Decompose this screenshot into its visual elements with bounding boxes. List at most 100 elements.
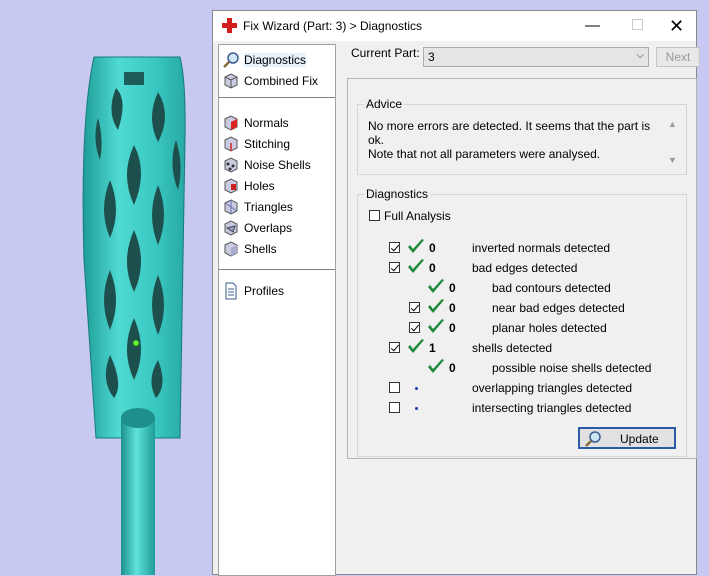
sidebar-item-label: Overlaps xyxy=(244,221,293,235)
row-count: 0 xyxy=(449,301,456,315)
row-label: inverted normals detected xyxy=(472,241,611,255)
minimize-button[interactable]: — xyxy=(570,11,615,41)
sidebar-item-label: Combined Fix xyxy=(244,74,319,88)
row-checkbox[interactable] xyxy=(389,262,400,273)
sidebar-divider xyxy=(219,269,335,270)
row-label: possible noise shells detected xyxy=(492,361,652,375)
part-model[interactable] xyxy=(0,0,213,575)
wizard-sidebar: Diagnostics Combined Fix Normals Stitchi… xyxy=(218,44,336,576)
diagnostic-row: overlapping triangles detected xyxy=(358,379,686,397)
sidebar-item-profiles[interactable]: Profiles xyxy=(222,281,332,301)
advice-group: Advice No more errors are detected. It s… xyxy=(357,97,687,175)
row-label: intersecting triangles detected xyxy=(472,401,632,415)
current-part-value: 3 xyxy=(428,50,435,64)
row-checkbox[interactable] xyxy=(389,402,400,413)
diagnostics-frame: Advice No more errors are detected. It s… xyxy=(347,78,697,459)
row-count: 0 xyxy=(449,281,456,295)
overlaps-icon xyxy=(224,220,238,236)
row-checkbox[interactable] xyxy=(389,242,400,253)
next-button[interactable]: Next xyxy=(656,47,700,67)
sidebar-item-normals[interactable]: Normals xyxy=(222,113,332,133)
advice-legend: Advice xyxy=(364,97,405,111)
diagnostics-legend: Diagnostics xyxy=(364,187,431,201)
normals-cube-icon xyxy=(224,115,238,131)
sidebar-item-label: Holes xyxy=(244,179,275,193)
green-checkmark-icon xyxy=(428,279,444,293)
scroll-up-icon[interactable]: ▲ xyxy=(668,119,677,129)
row-checkbox[interactable] xyxy=(389,382,400,393)
diagnostic-row: 0 inverted normals detected xyxy=(358,239,686,257)
diagnostic-row: 0 near bad edges detected xyxy=(358,299,686,317)
row-checkbox[interactable] xyxy=(409,302,420,313)
sidebar-item-diagnostics[interactable]: Diagnostics xyxy=(222,50,332,70)
not-analysed-dot-icon xyxy=(415,387,418,390)
row-checkbox[interactable] xyxy=(389,342,400,353)
main-panel: Current Part: 3 ⌵ Next Advice No more er… xyxy=(343,44,700,576)
diagnostic-row: 0 bad contours detected xyxy=(358,279,686,297)
diagnostic-row: 0 planar holes detected xyxy=(358,319,686,337)
shells-icon xyxy=(224,241,238,257)
row-label: bad edges detected xyxy=(472,261,578,275)
magnifier-icon xyxy=(585,431,601,447)
green-checkmark-icon xyxy=(408,339,424,353)
row-label: near bad edges detected xyxy=(492,301,625,315)
diagnostic-row: 1 shells detected xyxy=(358,339,686,357)
triangles-icon xyxy=(224,199,238,215)
chevron-down-icon: ⌵ xyxy=(636,50,644,61)
diagnostic-row: intersecting triangles detected xyxy=(358,399,686,417)
holes-icon xyxy=(224,178,238,194)
close-button[interactable]: ✕ xyxy=(654,11,699,41)
stitching-cube-icon xyxy=(224,136,238,152)
diagnostic-row: 0 bad edges detected xyxy=(358,259,686,277)
window-title: Fix Wizard (Part: 3) > Diagnostics xyxy=(243,19,423,33)
fix-wizard-window: Fix Wizard (Part: 3) > Diagnostics — ☐ ✕… xyxy=(212,10,700,576)
document-icon xyxy=(225,282,237,300)
row-count: 1 xyxy=(429,341,436,355)
advice-scrollbar[interactable]: ▲ ▼ xyxy=(666,119,680,167)
full-analysis-label: Full Analysis xyxy=(384,209,451,223)
sidebar-item-noise-shells[interactable]: Noise Shells xyxy=(222,155,332,175)
sidebar-item-label: Stitching xyxy=(244,137,291,151)
diagnostic-row: 0 possible noise shells detected xyxy=(358,359,686,377)
row-count: 0 xyxy=(429,241,436,255)
advice-text: No more errors are detected. It seems th… xyxy=(368,119,658,167)
cube-icon xyxy=(224,73,238,89)
viewport-edge xyxy=(697,0,709,575)
green-checkmark-icon xyxy=(428,299,444,313)
red-cross-icon xyxy=(222,18,237,33)
green-checkmark-icon xyxy=(428,359,444,373)
green-checkmark-icon xyxy=(408,239,424,253)
sidebar-item-shells[interactable]: Shells xyxy=(222,239,332,259)
sidebar-divider xyxy=(219,97,335,98)
sidebar-item-combined-fix[interactable]: Combined Fix xyxy=(222,71,332,91)
row-label: overlapping triangles detected xyxy=(472,381,633,395)
diagnostics-group: Diagnostics Full Analysis 0 inverted norm… xyxy=(357,187,687,457)
sidebar-item-label: Noise Shells xyxy=(244,158,311,172)
magnifier-icon xyxy=(223,52,239,68)
sidebar-item-label: Normals xyxy=(244,116,289,130)
sidebar-item-label: Triangles xyxy=(244,200,293,214)
sidebar-item-triangles[interactable]: Triangles xyxy=(222,197,332,217)
sidebar-item-overlaps[interactable]: Overlaps xyxy=(222,218,332,238)
title-bar[interactable]: Fix Wizard (Part: 3) > Diagnostics — ☐ ✕ xyxy=(213,11,696,41)
current-part-select[interactable]: 3 ⌵ xyxy=(423,47,649,67)
green-checkmark-icon xyxy=(408,259,424,273)
noise-shells-icon xyxy=(224,157,238,173)
advice-line-2: Note that not all parameters were analys… xyxy=(368,147,601,161)
row-label: bad contours detected xyxy=(492,281,611,295)
sidebar-item-label: Diagnostics xyxy=(244,53,307,67)
update-label: Update xyxy=(620,432,659,446)
row-count: 0 xyxy=(449,361,456,375)
green-checkmark-icon xyxy=(428,319,444,333)
advice-line-1: No more errors are detected. It seems th… xyxy=(368,119,651,147)
update-button[interactable]: Update xyxy=(578,427,676,449)
sidebar-item-stitching[interactable]: Stitching xyxy=(222,134,332,154)
sidebar-item-holes[interactable]: Holes xyxy=(222,176,332,196)
row-count: 0 xyxy=(449,321,456,335)
row-count: 0 xyxy=(429,261,436,275)
3d-viewport[interactable] xyxy=(0,0,213,575)
sidebar-item-label: Shells xyxy=(244,242,277,256)
full-analysis-checkbox[interactable] xyxy=(369,210,380,221)
scroll-down-icon[interactable]: ▼ xyxy=(668,155,677,165)
row-checkbox[interactable] xyxy=(409,322,420,333)
